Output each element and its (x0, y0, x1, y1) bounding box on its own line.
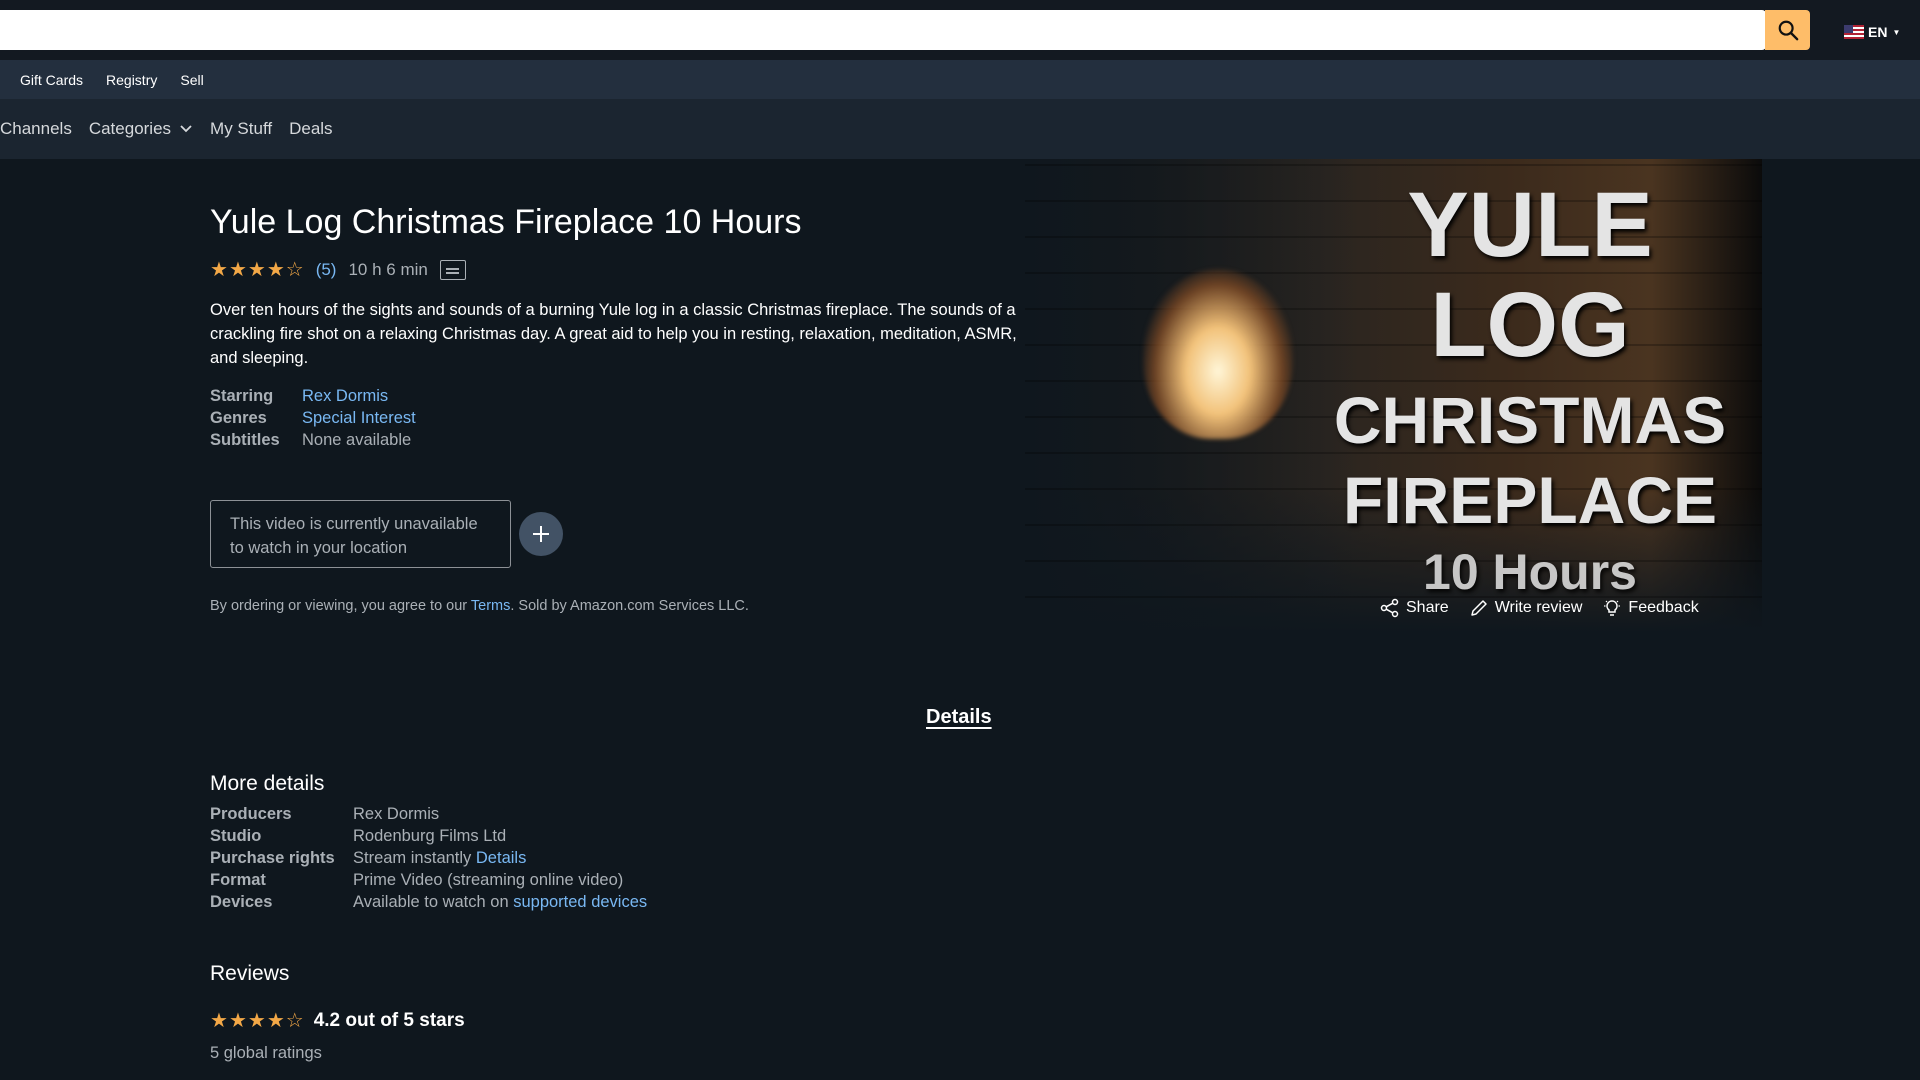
share-icon (1380, 598, 1399, 618)
prime-video-nav: Channels Categories My Stuff Deals (0, 99, 1920, 159)
nav-channels[interactable]: Channels (0, 119, 72, 139)
nav-registry[interactable]: Registry (106, 72, 157, 88)
runtime: 10 h 6 min (348, 260, 428, 279)
add-to-watchlist-button[interactable] (519, 512, 563, 556)
top-bar: EN ▼ (0, 0, 1920, 60)
action-bar: Share Write review Feedback (1380, 598, 1699, 618)
devices-label: Devices (210, 893, 273, 911)
devices-value: Available to watch on supported devices (353, 893, 647, 912)
chevron-down-icon (180, 125, 192, 133)
lightbulb-icon (1604, 600, 1621, 616)
artwork-title: YULE LOG CHRISTMAS FIREPLACE 10 Hours (1320, 179, 1740, 597)
star-icon: ★ (266, 1010, 285, 1032)
tab-details[interactable]: Details (926, 706, 992, 729)
artwork-line-1: YULE (1407, 174, 1653, 276)
review-summary: ★ ★ ★ ★ ☆ 4.2 out of 5 stars (210, 1010, 465, 1032)
star-icon: ★ (210, 259, 228, 281)
terms-suffix: . Sold by Amazon.com Services LLC. (510, 598, 749, 614)
genres-link[interactable]: Special Interest (302, 409, 416, 428)
write-review-label: Write review (1494, 599, 1583, 616)
star-icon: ★ (210, 1010, 228, 1032)
synopsis: Over ten hours of the sights and sounds … (210, 301, 1017, 367)
star-empty-icon: ☆ (285, 259, 304, 281)
nav-deals[interactable]: Deals (289, 119, 332, 139)
format-row: Format Prime Video (streaming online vid… (210, 871, 623, 890)
nav-my-stuff-label: My Stuff (210, 119, 273, 138)
feedback-label: Feedback (1628, 599, 1699, 616)
star-icon: ★ (247, 259, 266, 281)
starring-row: Starring Rex Dormis (210, 387, 388, 406)
star-icon: ★ (228, 259, 247, 281)
subtitles-icon (439, 260, 466, 280)
pencil-icon (1470, 600, 1487, 616)
star-icon: ★ (228, 1010, 247, 1032)
studio-label: Studio (210, 827, 262, 845)
devices-text: Available to watch on (353, 893, 514, 911)
reviews-heading: Reviews (210, 962, 290, 985)
star-icon: ★ (247, 1010, 266, 1032)
write-review-button[interactable]: Write review (1469, 598, 1583, 618)
purchase-rights-row: Purchase rights Stream instantly Details (210, 849, 526, 868)
artwork-line-4: FIREPLACE (1342, 463, 1718, 537)
hero-artwork: YULE LOG CHRISTMAS FIREPLACE 10 Hours (1025, 159, 1762, 632)
search-input[interactable] (0, 10, 1766, 50)
more-details-heading: More details (210, 772, 325, 795)
nav-categories-label: Categories (88, 119, 172, 138)
nav-gift-cards[interactable]: Gift Cards (20, 72, 83, 88)
plus-icon (533, 526, 549, 542)
format-value: Prime Video (streaming online video) (353, 871, 624, 889)
producers-row: Producers Rex Dormis (210, 805, 439, 824)
page-title: Yule Log Christmas Fireplace 10 Hours (210, 203, 802, 241)
supported-devices-link[interactable]: supported devices (513, 893, 647, 911)
purchase-rights-value: Stream instantly Details (353, 849, 526, 868)
format-label: Format (210, 871, 266, 889)
terms-prefix: By ordering or viewing, you agree to our (210, 598, 471, 614)
language-selector[interactable]: EN ▼ (1844, 22, 1900, 42)
secondary-nav: Gift Cards Registry Sell (0, 60, 1920, 99)
star-icon: ★ (266, 259, 285, 281)
artwork-line-3: CHRISTMAS (1333, 383, 1727, 457)
studio-row: Studio Rodenburg Films Ltd (210, 827, 506, 846)
purchase-details-link[interactable]: Details (476, 849, 526, 867)
subtitles-value: None available (302, 431, 412, 449)
search-icon (1778, 20, 1798, 41)
nav-categories[interactable]: Categories (89, 119, 193, 139)
starring-link[interactable]: Rex Dormis (302, 387, 388, 406)
terms-link[interactable]: Terms (471, 598, 510, 614)
title-meta: ★ ★ ★ ★ ☆ (5) 10 h 6 min (210, 260, 466, 280)
rating-count-link[interactable]: (5) (316, 260, 337, 280)
review-stars: ★ ★ ★ ★ ☆ (210, 1011, 304, 1031)
feedback-button[interactable]: Feedback (1602, 598, 1699, 618)
search-button[interactable] (1765, 10, 1810, 50)
review-score: 4.2 out of 5 stars (313, 1010, 465, 1031)
fire-glow (1143, 269, 1293, 439)
share-button[interactable]: Share (1380, 598, 1449, 618)
star-rating[interactable]: ★ ★ ★ ★ ☆ (210, 260, 304, 280)
us-flag-icon (1844, 25, 1864, 39)
unavailable-notice: This video is currently unavailable to w… (210, 500, 511, 568)
nav-deals-label: Deals (289, 119, 333, 138)
starring-label: Starring (210, 387, 274, 405)
global-ratings: 5 global ratings (210, 1044, 322, 1062)
star-empty-icon: ☆ (285, 1010, 304, 1032)
nav-sell[interactable]: Sell (180, 72, 203, 88)
genres-row: Genres Special Interest (210, 409, 416, 428)
genres-label: Genres (210, 409, 267, 427)
artwork-line-5: 10 Hours (1423, 544, 1637, 600)
nav-my-stuff[interactable]: My Stuff (210, 119, 272, 139)
artwork-line-2: LOG (1430, 274, 1630, 376)
language-label: EN (1868, 24, 1888, 40)
share-label: Share (1406, 599, 1449, 616)
terms-notice: By ordering or viewing, you agree to our… (210, 598, 749, 614)
studio-value: Rodenburg Films Ltd (353, 827, 507, 845)
caret-down-icon: ▼ (1892, 27, 1901, 37)
devices-row: Devices Available to watch on supported … (210, 893, 647, 912)
purchase-rights-text: Stream instantly (353, 849, 476, 867)
subtitles-label: Subtitles (210, 431, 280, 449)
producers-label: Producers (210, 805, 292, 823)
nav-channels-label: Channels (0, 119, 72, 138)
subtitles-row: Subtitles None available (210, 431, 411, 450)
producers-link[interactable]: Rex Dormis (353, 805, 439, 824)
purchase-rights-label: Purchase rights (210, 849, 335, 867)
